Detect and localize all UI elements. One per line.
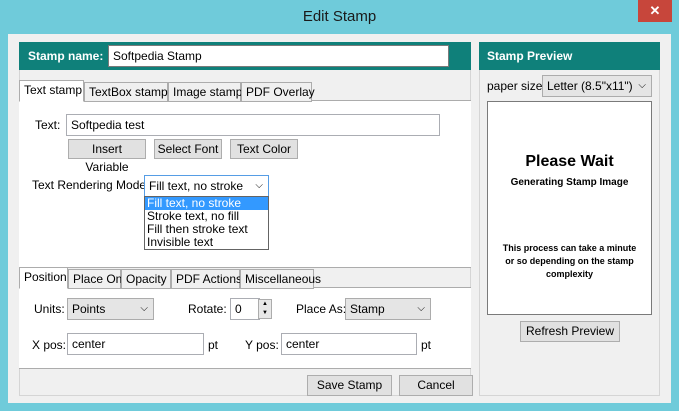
y-pos-unit: pt bbox=[421, 338, 432, 352]
tab-pdf-actions[interactable]: PDF Actions bbox=[171, 269, 242, 289]
units-value: Points bbox=[72, 302, 106, 316]
tab-text-stamp[interactable]: Text stamp bbox=[19, 80, 84, 102]
generating-text: Generating Stamp Image bbox=[510, 177, 629, 188]
x-pos-input[interactable]: center bbox=[67, 333, 204, 355]
dropdown-option[interactable]: Invisible text bbox=[145, 236, 268, 249]
tab-textbox-stamp[interactable]: TextBox stamp bbox=[84, 82, 168, 102]
stamp-name-label: Stamp name: bbox=[28, 49, 104, 63]
chevron-down-icon: ⌵ bbox=[140, 303, 148, 314]
text-label: Text: bbox=[35, 118, 61, 132]
y-pos-label: Y pos: bbox=[245, 338, 279, 352]
text-color-button[interactable]: Text Color bbox=[230, 139, 298, 159]
tab-pdf-overlay[interactable]: PDF Overlay bbox=[241, 82, 315, 102]
paper-size-value: Letter (8.5"x11") bbox=[547, 79, 633, 93]
units-label: Units: bbox=[34, 302, 65, 316]
y-pos-input[interactable]: center bbox=[281, 333, 417, 355]
close-icon: ✕ bbox=[649, 3, 661, 18]
save-stamp-button[interactable]: Save Stamp bbox=[307, 375, 392, 396]
text-rendering-mode-select[interactable]: Fill text, no stroke ⌵ bbox=[144, 175, 269, 197]
text-rendering-mode-value: Fill text, no stroke bbox=[149, 179, 244, 193]
please-wait-text: Please Wait bbox=[525, 153, 614, 170]
insert-variable-button[interactable]: Insert Variable bbox=[68, 139, 146, 174]
stamp-name-input[interactable]: Softpedia Stamp bbox=[108, 45, 449, 67]
close-button[interactable]: ✕ bbox=[638, 0, 672, 22]
process-note: This process can take a minute or so dep… bbox=[502, 243, 637, 279]
x-pos-unit: pt bbox=[208, 338, 219, 352]
cancel-button[interactable]: Cancel bbox=[399, 375, 473, 396]
select-font-button[interactable]: Select Font bbox=[154, 139, 222, 159]
triangle-up-icon[interactable]: ▲ bbox=[259, 300, 271, 309]
stamp-preview-title: Stamp Preview bbox=[487, 49, 573, 63]
tab-miscellaneous[interactable]: Miscellaneous bbox=[240, 269, 321, 289]
triangle-down-icon[interactable]: ▼ bbox=[259, 309, 271, 318]
units-select[interactable]: Points ⌵ bbox=[67, 298, 154, 320]
chevron-down-icon: ⌵ bbox=[255, 180, 263, 191]
tab-image-stamp[interactable]: Image stamp bbox=[168, 82, 242, 102]
x-pos-label: X pos: bbox=[32, 338, 67, 352]
rotate-label: Rotate: bbox=[188, 302, 227, 316]
tab-opacity[interactable]: Opacity bbox=[121, 269, 171, 289]
window-title: Edit Stamp bbox=[302, 8, 377, 25]
stamp-text-input[interactable]: Softpedia test bbox=[66, 114, 440, 136]
paper-size-label: paper size: bbox=[487, 79, 546, 93]
tab-place-on[interactable]: Place On bbox=[68, 269, 122, 289]
place-as-select[interactable]: Stamp ⌵ bbox=[345, 298, 431, 320]
stamp-preview-page bbox=[487, 101, 652, 315]
place-as-value: Stamp bbox=[350, 302, 385, 316]
rotate-input[interactable]: 0 bbox=[230, 298, 260, 320]
place-as-label: Place As: bbox=[296, 302, 347, 316]
paper-size-select[interactable]: Letter (8.5"x11") ⌵ bbox=[542, 75, 652, 97]
refresh-preview-button[interactable]: Refresh Preview bbox=[520, 321, 620, 342]
text-rendering-mode-label: Text Rendering Mode: bbox=[32, 178, 150, 192]
chevron-down-icon: ⌵ bbox=[417, 303, 425, 314]
text-rendering-mode-dropdown: Fill text, no stroke Stroke text, no fil… bbox=[144, 196, 269, 250]
chevron-down-icon: ⌵ bbox=[638, 80, 646, 91]
rotate-spinner[interactable]: ▲ ▼ bbox=[258, 299, 272, 319]
tab-position[interactable]: Position bbox=[19, 267, 68, 289]
